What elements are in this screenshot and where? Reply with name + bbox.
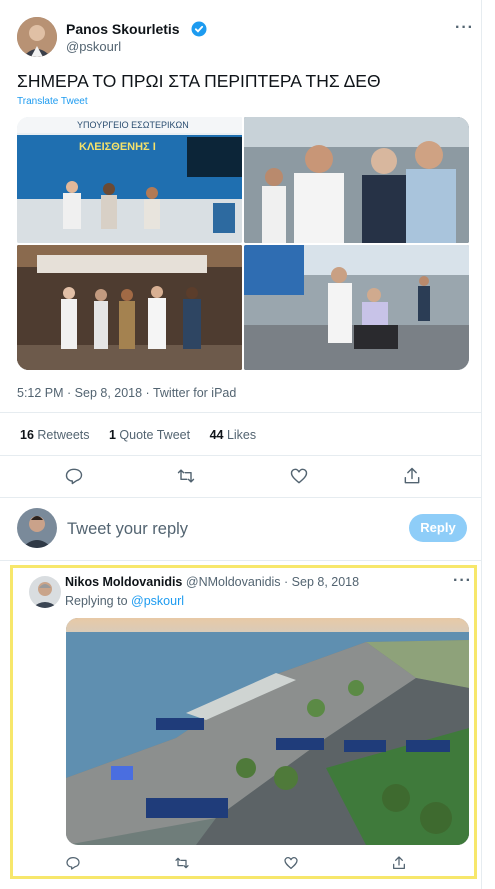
tweet-photo-4[interactable] [244,245,469,370]
replying-handle[interactable]: @pskourl [131,594,184,608]
reply-photo[interactable] [66,618,469,845]
photo-grid[interactable]: ΥΠΟΥΡΓΕΙΟ ΕΣΩΤΕΡΙΚΩΝ ΚΛΕΙΣΘΕΝΗΣ Ι [17,117,469,370]
divider [0,412,481,413]
reply-composer: Tweet your reply Reply [0,498,481,560]
retweet-icon[interactable] [176,466,196,486]
replying-prefix: Replying to [65,594,128,608]
likes-count: 44 [209,428,224,442]
retweets-label: Retweets [37,428,90,442]
tweet-photo-1[interactable]: ΥΠΟΥΡΓΕΙΟ ΕΣΩΤΕΡΙΚΩΝ ΚΛΕΙΣΘΕΝΗΣ Ι [17,117,242,243]
quotes-label: Quote Tweet [119,428,191,442]
reply-date[interactable]: · Sep 8, 2018 [284,575,359,589]
quotes-stat[interactable]: 1 Quote Tweet [109,428,194,442]
timeline-border [481,0,482,889]
tweet-text: ΣΗΜΕΡΑ ΤΟ ΠΡΩΙ ΣΤΑ ΠΕΡΙΠΤΕΡΑ ΤΗΣ ΔΕΘ [17,71,381,91]
author-name[interactable]: Panos Skourletis [66,21,180,37]
retweets-count: 16 [20,428,34,442]
share-icon[interactable] [391,855,407,871]
retweet-icon[interactable] [174,855,190,871]
reply-button[interactable]: Reply [409,514,467,542]
tweet-photo-3[interactable] [17,245,242,370]
author-avatar[interactable] [17,17,57,57]
tweet-stats: 16 Retweets 1 Quote Tweet 44 Likes [20,428,256,442]
reply-header: Nikos Moldovanidis @NMoldovanidis · Sep … [65,575,359,589]
like-icon[interactable] [283,855,299,871]
reply-tweet: Nikos Moldovanidis @NMoldovanidis · Sep … [10,565,477,879]
main-tweet: Panos Skourletis @pskourl ··· ΣΗΜΕΡΑ ΤΟ … [0,0,481,500]
like-icon[interactable] [289,466,309,486]
current-user-avatar[interactable] [17,508,57,548]
replying-to: Replying to @pskourl [65,594,184,608]
reply-input[interactable]: Tweet your reply [67,520,188,539]
tweet-photo-2[interactable] [244,117,469,243]
reply-icon[interactable] [64,466,84,486]
translate-link[interactable]: Translate Tweet [17,96,88,107]
photo-banner-name: ΚΛΕΙΣΘΕΝΗΣ Ι [79,141,156,153]
more-icon[interactable]: ··· [455,19,474,37]
share-icon[interactable] [402,466,422,486]
main-action-bar [0,463,481,489]
reply-author-handle[interactable]: @NMoldovanidis [186,575,281,589]
reply-author-avatar[interactable] [29,576,61,608]
likes-stat[interactable]: 44 Likes [210,428,257,442]
quotes-count: 1 [108,428,116,442]
reply-author-name[interactable]: Nikos Moldovanidis [65,575,182,589]
more-icon[interactable]: ··· [453,572,472,590]
tweet-timestamp[interactable]: 5:12 PM · Sep 8, 2018 · Twitter for iPad [17,386,236,400]
verified-badge-icon [191,21,207,37]
retweets-stat[interactable]: 16 Retweets [20,428,93,442]
photo-banner-title: ΥΠΟΥΡΓΕΙΟ ΕΣΩΤΕΡΙΚΩΝ [77,120,189,130]
divider [0,455,481,456]
author-handle[interactable]: @pskourl [66,39,121,54]
likes-label: Likes [226,428,257,442]
reply-icon[interactable] [65,855,81,871]
divider [0,560,481,561]
